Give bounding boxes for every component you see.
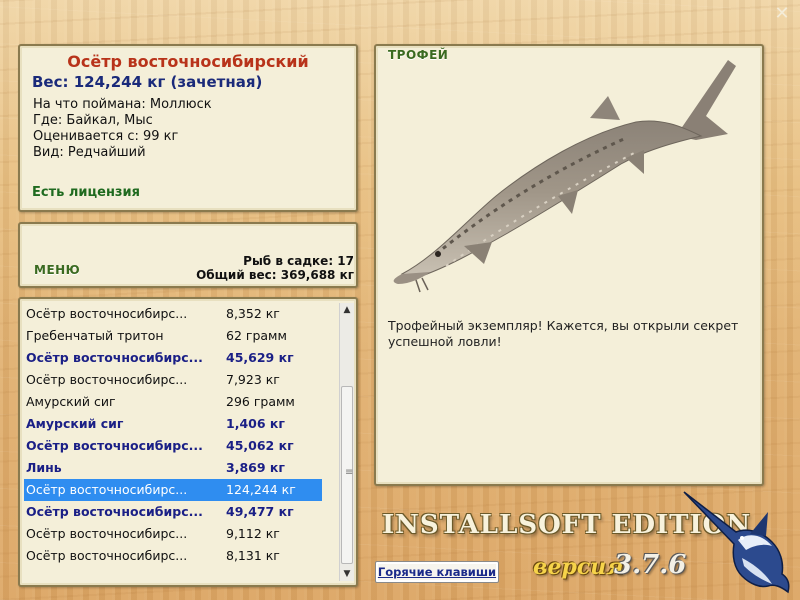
total-weight: Общий вес: 369,688 кг [196,268,354,282]
fish-name: Линь [26,460,62,475]
fish-weight-value: 296 грамм [226,394,295,409]
menu-button[interactable]: МЕНЮ [34,263,80,277]
fish-weight: Вес: 124,244 кг (зачетная) [32,73,263,91]
fish-weight-value: 45,062 кг [226,438,294,453]
license-status: Есть лицензия [32,185,140,200]
scroll-down-icon[interactable]: ▼ [340,567,354,581]
catch-list-panel: Осётр восточносибирс... 8,352 кг Гребенчат… [18,297,358,587]
list-item[interactable]: Гребенчатый тритон 62 грамм [24,325,322,347]
fish-info-panel: Осётр восточносибирский Вес: 124,244 кг … [18,44,358,212]
fish-weight-value: 7,923 кг [226,372,280,387]
trophy-panel: ТРОФЕЙ Трофейный экземпляр! Кажется, вы … [374,44,764,486]
fish-name: Осётр восточносибирс... [26,372,188,387]
fish-weight-value: 8,131 кг [226,548,280,563]
list-item[interactable]: Осётр восточносибирс... 8,352 кг [24,303,322,325]
list-item[interactable]: Амурский сиг 296 грамм [24,391,322,413]
fish-title: Осётр восточносибирский [67,52,309,71]
fish-location: Где: Байкал, Мыс [33,113,153,128]
list-item[interactable]: Осётр восточносибирс... 7,923 кг [24,369,322,391]
list-item[interactable]: Осётр восточносибирс... 45,062 кг [24,435,322,457]
fish-name: Осётр восточносибирс... [26,526,188,541]
list-item[interactable]: Осётр восточносибирс... 49,477 кг [24,501,322,523]
fish-name: Осётр восточносибирс... [26,438,203,453]
fish-weight-value: 1,406 кг [226,416,285,431]
fish-weight-value: 124,244 кг [226,482,296,497]
close-icon[interactable]: ✕ [774,5,790,23]
marlin-icon [683,491,790,594]
fish-name: Осётр восточносибирс... [26,504,203,519]
list-item[interactable]: Осётр восточносибирс... 9,112 кг [24,523,322,545]
grip-icon: ≡ [345,467,354,478]
list-item[interactable]: Осётр восточносибирс... 8,131 кг [24,545,322,567]
fish-weight-value: 45,629 кг [226,350,294,365]
list-item[interactable]: Линь 3,869 кг [24,457,322,479]
trophy-message: Трофейный экземпляр! Кажется, вы открыли… [388,318,739,349]
fish-name: Осётр восточносибирс... [26,482,188,497]
hotkeys-button[interactable]: Горячие клавиши [375,561,499,583]
fish-name: Гребенчатый тритон [26,328,164,343]
list-item[interactable]: Осётр восточносибирс... 45,629 кг [24,347,322,369]
fish-weight-value: 49,477 кг [226,504,294,519]
fish-name: Осётр восточносибирс... [26,350,203,365]
list-scrollbar[interactable]: ▲ ≡ ▼ [339,303,354,581]
fish-value: Оценивается с: 99 кг [33,129,179,144]
fish-count: Рыб в садке: 17 [243,254,354,268]
menu-panel: МЕНЮ Рыб в садке: 17 Общий вес: 369,688 … [18,222,358,288]
fish-bait: На что поймана: Моллюск [33,97,212,112]
scroll-thumb[interactable]: ≡ [341,386,353,564]
fish-weight-value: 8,352 кг [226,306,280,321]
fish-weight-value: 9,112 кг [226,526,280,541]
version-word: версия [533,554,624,580]
fish-weight-value: 3,869 кг [226,460,285,475]
fish-name: Амурский сиг [26,416,124,431]
scroll-up-icon[interactable]: ▲ [340,303,354,317]
fish-name: Осётр восточносибирс... [26,548,188,563]
fish-rarity: Вид: Редчайший [33,145,146,160]
list-item[interactable]: Амурский сиг 1,406 кг [24,413,322,435]
fish-name: Амурский сиг [26,394,116,409]
fish-weight-value: 62 грамм [226,328,287,343]
sturgeon-image [393,60,736,293]
fish-name: Осётр восточносибирс... [26,306,188,321]
list-item[interactable]: Осётр восточносибирс... 124,244 кг [24,479,322,501]
